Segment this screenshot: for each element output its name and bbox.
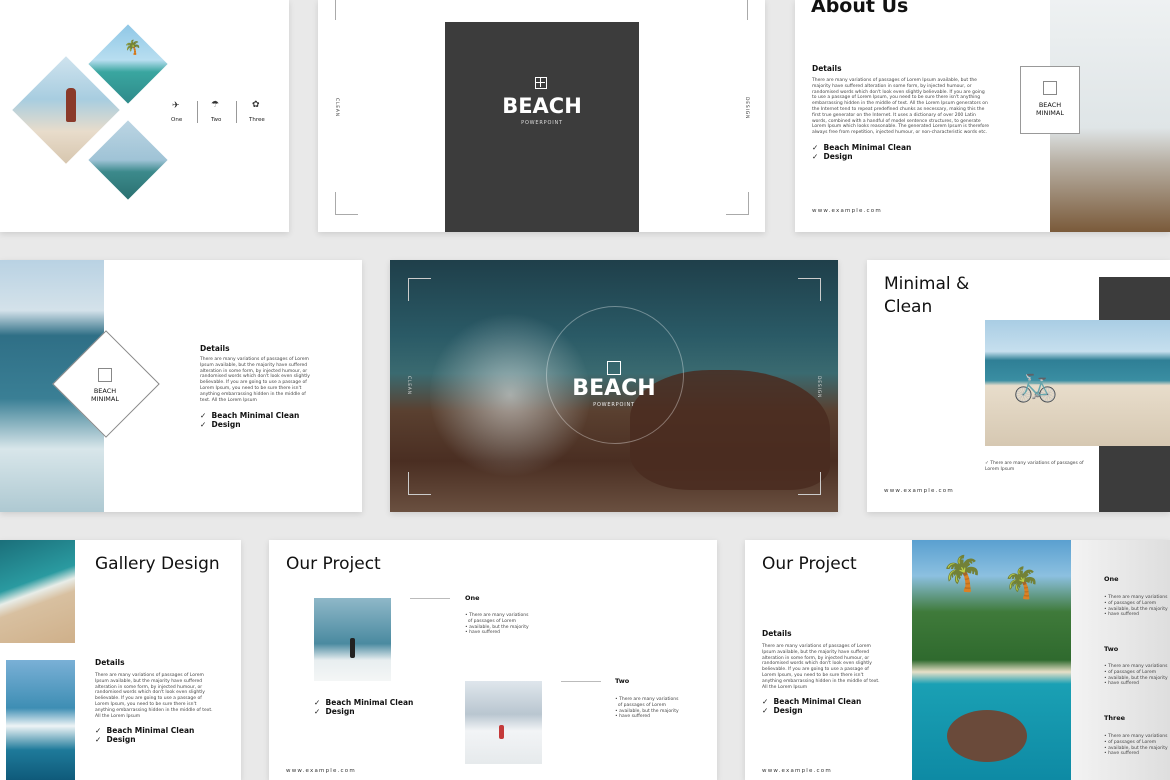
bullet-list: • There are many variations • of passage… [1104,664,1168,687]
corner-bracket [408,278,431,301]
icon-label-two: Two [211,117,222,123]
item-heading: One [1104,575,1119,583]
logo-icon [535,77,547,89]
palm-icon: 🌴 [941,554,984,594]
check-item: ✓ Beach Minimal Clean [200,411,300,420]
bullet-list: • There are many variations of passages … [615,697,679,720]
shell-icon: ✿ [252,100,260,110]
logo-icon [607,361,621,375]
corner-bracket [408,472,431,495]
badge: BEACH MINIMAL [1020,66,1080,134]
check-item: ✓ Beach Minimal Clean [314,698,414,707]
umbrella-icon: ☂ [211,100,220,110]
url: www.example.com [286,768,356,774]
bullet-list: • There are many variations • of passage… [1104,595,1168,618]
slide-minimal-clean[interactable]: Minimal & Clean 🚲 ✓ There are many varia… [867,260,1170,512]
badge-line2: MINIMAL [1036,109,1064,117]
details-body: There are many variations of passages of… [762,644,880,690]
swimmer-head [947,710,1027,762]
badge-line2: MINIMAL [91,395,119,403]
details-heading: Details [762,629,792,638]
title-line2: Clean [884,297,933,317]
check-item: ✓ Beach Minimal Clean [812,143,912,152]
corner-bracket [798,472,821,495]
line [410,598,450,599]
woman-figure [66,88,76,122]
badge-line1: BEACH [1038,101,1062,109]
bike-icon: 🚲 [1013,363,1058,404]
title-block: BEACH POWERPOINT [445,22,639,232]
item-heading: Three [1104,714,1126,722]
line [561,681,601,682]
slide-our-project-2[interactable]: Our Project Details There are many varia… [745,540,1170,780]
details-body: There are many variations of passages of… [95,673,213,719]
subtitle: POWERPOINT [521,120,563,126]
palm-icon: 🌴 [124,40,142,56]
corner-bracket [798,278,821,301]
side-label-left: CLEAN [334,98,339,117]
url: www.example.com [884,488,954,494]
details-heading: Details [812,64,842,73]
bullet-list: • There are many variations • of passage… [1104,734,1168,757]
photo-mountain [465,681,542,764]
corner-bracket [726,192,749,215]
slide-our-project-1[interactable]: Our Project One • There are many variati… [269,540,717,780]
photo-coast-diamond [88,120,168,200]
item-heading: Two [1104,645,1119,653]
icon-label-one: One [171,117,183,123]
check-item: ✓ Design [762,706,803,715]
title: BEACH [572,376,656,401]
page-title: Gallery Design [95,554,220,574]
slide-details-wave[interactable]: BEACH MINIMAL Details There are many var… [0,260,362,512]
photo-aerial-beach [0,540,75,643]
check-item: ✓ Design [200,420,241,429]
slide-icons[interactable]: 🌴 ✈ One ☂ Two ✿ Three [0,0,289,232]
title: BEACH [502,94,582,118]
check-item: ✓ Design [95,735,136,744]
slide-title-dark[interactable]: CLEAN DESIGN BEACH POWERPOINT [318,0,765,232]
logo-icon [98,368,112,382]
subtitle: POWERPOINT [593,402,635,408]
slide-gallery[interactable]: Gallery Design Details There are many va… [0,540,241,780]
divider [197,101,198,123]
bullet-list: • There are many variations of passages … [465,613,529,636]
details-heading: Details [95,658,125,667]
side-label-right: DESIGN [744,97,749,120]
details-heading: Details [200,344,230,353]
bullet-text: ✓ There are many variations of passages … [985,461,1084,472]
logo-icon [1043,81,1057,95]
plane-icon: ✈ [172,101,180,111]
ring [546,306,684,444]
title-line1: Minimal & [884,274,970,294]
corner-bracket [335,192,358,215]
url: www.example.com [762,768,832,774]
palm-icon: 🌴 [1003,566,1041,601]
slide-title-photo[interactable]: CLEAN DESIGN BEACH POWERPOINT [390,260,838,512]
item-heading: Two [615,677,630,685]
check-item: ✓ Design [812,152,853,161]
badge-line1: BEACH [93,387,117,395]
page-title: Our Project [286,554,381,574]
check-item: ✓ Design [314,707,355,716]
divider [236,101,237,123]
corner-line [747,0,748,20]
corner-line [335,0,336,20]
photo-wave [6,660,75,780]
details-body: There are many variations of passages of… [200,357,310,403]
hiker-figure [499,725,504,739]
details-body: There are many variations of passages of… [812,78,990,136]
slide-about-us[interactable]: About Us Details There are many variatio… [795,0,1170,232]
check-item: ✓ Beach Minimal Clean [762,697,862,706]
page-title: About Us [811,0,909,17]
check-item: ✓ Beach Minimal Clean [95,726,195,735]
url: www.example.com [812,208,882,214]
item-heading: One [465,594,480,602]
page-title: Our Project [762,554,857,574]
icon-label-three: Three [249,117,265,123]
person-figure [350,638,355,658]
